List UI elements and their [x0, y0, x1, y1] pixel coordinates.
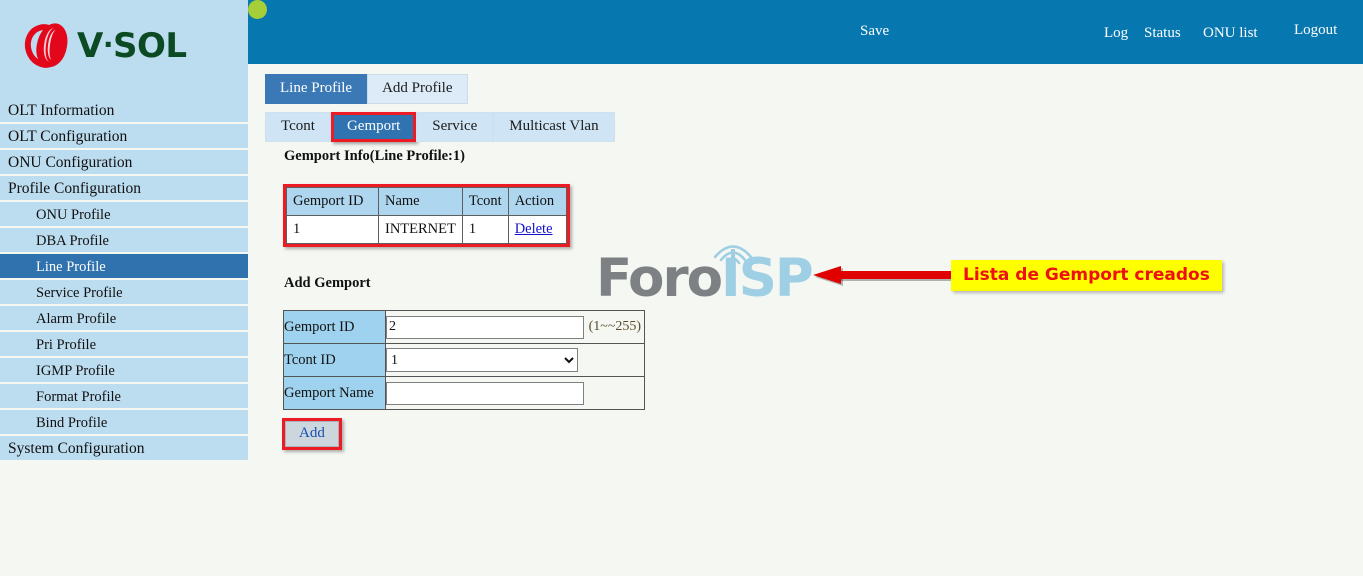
brand-logo-text: V·SOL	[77, 29, 187, 63]
label-tcont-id: Tcont ID	[283, 343, 386, 377]
sidebar-item-dba-profile[interactable]: DBA Profile	[0, 228, 248, 254]
foroisp-watermark: ForoISP	[596, 252, 814, 305]
brand-logo-text-sol: SOL	[112, 26, 187, 66]
subtab-service[interactable]: Service	[416, 112, 494, 142]
add-button-highlight: Add	[282, 418, 342, 450]
gemport-info-table: Gemport ID Name Tcont Action 1 INTERNET …	[286, 187, 567, 244]
sidebar-item-alarm-profile[interactable]: Alarm Profile	[0, 306, 248, 332]
primary-tab-bar: Line Profile Add Profile	[265, 74, 468, 104]
main-content-area: Line Profile Add Profile Tcont Gemport Serv…	[248, 64, 1363, 576]
label-gemport-id: Gemport ID	[283, 310, 386, 344]
form-row-gemport-name: Gemport Name	[283, 376, 645, 410]
gemport-id-range-hint: (1~~255)	[588, 319, 642, 334]
gemport-info-table-highlight: Gemport ID Name Tcont Action 1 INTERNET …	[283, 184, 570, 247]
sidebar-item-onu-configuration[interactable]: ONU Configuration	[0, 150, 248, 176]
tab-line-profile[interactable]: Line Profile	[265, 74, 368, 104]
sidebar-item-system-configuration[interactable]: System Configuration	[0, 436, 248, 462]
annotation-label: Lista de Gemport creados	[951, 260, 1222, 291]
save-button[interactable]: Save	[860, 23, 889, 40]
sidebar-item-igmp-profile[interactable]: IGMP Profile	[0, 358, 248, 384]
field-cell-tcont-id: 1	[385, 343, 645, 377]
brand-logo-panel: V·SOL	[0, 0, 248, 98]
field-cell-gemport-id: (1~~255)	[385, 310, 645, 344]
top-header-bar: Save Log Status ONU list Logout	[248, 0, 1363, 64]
cell-gemport-id: 1	[286, 215, 379, 244]
table-row: 1 INTERNET 1 Delete	[286, 215, 567, 244]
brand-logo-text-v: V	[77, 26, 103, 66]
gemport-id-input[interactable]	[386, 315, 584, 339]
cell-tcont: 1	[461, 215, 509, 244]
column-header-action: Action	[507, 187, 567, 216]
secondary-tab-bar: Tcont Gemport Service Multicast Vlan	[265, 112, 615, 142]
cell-action: Delete	[507, 215, 567, 244]
tcont-id-select[interactable]: 1	[386, 348, 578, 372]
field-cell-gemport-name	[385, 376, 645, 410]
delete-link[interactable]: Delete	[515, 221, 553, 237]
brand-logo-dot: ·	[102, 28, 114, 61]
form-row-tcont-id: Tcont ID 1	[283, 343, 645, 377]
add-gemport-form: Gemport ID (1~~255) Tcont ID 1 Gemp	[283, 310, 645, 410]
sidebar-item-olt-configuration[interactable]: OLT Configuration	[0, 124, 248, 150]
sidebar-item-onu-profile[interactable]: ONU Profile	[0, 202, 248, 228]
gemport-info-heading: Gemport Info(Line Profile:1)	[284, 148, 465, 164]
sidebar-item-format-profile[interactable]: Format Profile	[0, 384, 248, 410]
subtab-multicast-vlan[interactable]: Multicast Vlan	[493, 112, 615, 142]
sidebar-item-pri-profile[interactable]: Pri Profile	[0, 332, 248, 358]
broadcast-tower-icon	[713, 245, 753, 270]
add-gemport-form-table: Gemport ID (1~~255) Tcont ID 1 Gemp	[283, 310, 645, 410]
green-status-led-icon	[248, 0, 267, 19]
sidebar-item-profile-configuration[interactable]: Profile Configuration	[0, 176, 248, 202]
subtab-gemport[interactable]: Gemport	[330, 112, 417, 142]
brand-logo: V·SOL	[19, 18, 187, 74]
logout-link[interactable]: Logout	[1294, 22, 1337, 39]
sidebar-navigation: OLT Information OLT Configuration ONU Conf…	[0, 98, 248, 462]
onu-list-link[interactable]: ONU list	[1203, 25, 1258, 42]
column-header-gemport-id: Gemport ID	[286, 187, 379, 216]
sidebar-item-bind-profile[interactable]: Bind Profile	[0, 410, 248, 436]
log-link[interactable]: Log	[1104, 25, 1128, 42]
column-header-name: Name	[378, 187, 463, 216]
status-link[interactable]: Status	[1144, 25, 1181, 42]
cell-name: INTERNET	[378, 215, 463, 244]
form-row-gemport-id: Gemport ID (1~~255)	[283, 310, 645, 344]
left-arrow-annotation-icon	[813, 266, 958, 286]
add-button[interactable]: Add	[285, 421, 339, 447]
watermark-text-isp: ISP	[721, 248, 814, 309]
column-header-tcont: Tcont	[461, 187, 509, 216]
sidebar-item-line-profile[interactable]: Line Profile	[0, 254, 248, 280]
sidebar-item-service-profile[interactable]: Service Profile	[0, 280, 248, 306]
subtab-tcont[interactable]: Tcont	[265, 112, 331, 142]
gemport-name-input[interactable]	[386, 381, 584, 405]
label-gemport-name: Gemport Name	[283, 376, 386, 410]
sidebar-item-olt-information[interactable]: OLT Information	[0, 98, 248, 124]
tab-add-profile[interactable]: Add Profile	[367, 74, 468, 104]
add-gemport-heading: Add Gemport	[284, 275, 371, 291]
watermark-text-foro: Foro	[596, 248, 723, 309]
table-header-row: Gemport ID Name Tcont Action	[286, 187, 567, 216]
vsol-flame-logo-icon	[19, 18, 71, 74]
